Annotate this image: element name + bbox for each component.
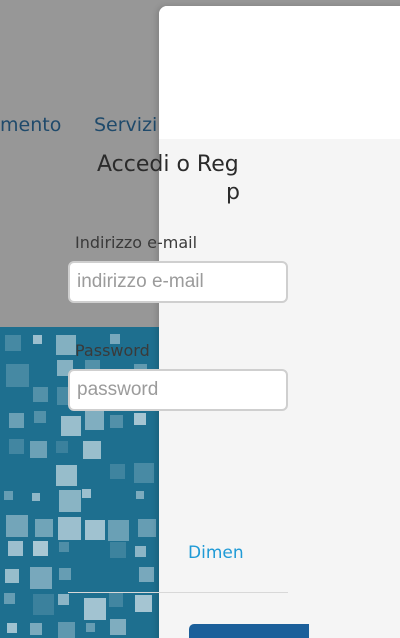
modal-title: Accedi o Reg xyxy=(97,152,239,177)
password-label: Password xyxy=(75,341,150,360)
submit-button[interactable] xyxy=(189,624,309,638)
email-label: Indirizzo e-mail xyxy=(75,233,198,252)
modal-header xyxy=(159,6,400,139)
email-field[interactable] xyxy=(68,261,288,303)
forgot-password-link[interactable]: Dimen xyxy=(188,543,244,563)
nav-item-servizi: Servizi xyxy=(94,114,158,136)
background-nav: mento Servizi xyxy=(0,114,160,142)
nav-item-partial: mento xyxy=(0,114,62,136)
modal-title-continuation: p xyxy=(226,180,240,205)
password-field[interactable] xyxy=(68,369,288,411)
modal-divider xyxy=(68,592,288,593)
